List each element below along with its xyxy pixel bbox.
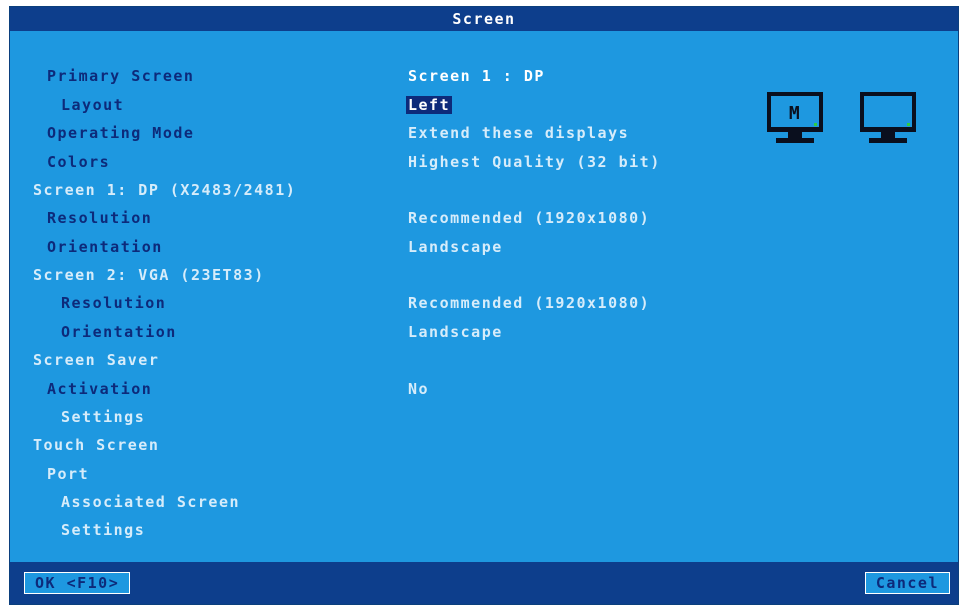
- monitor-primary-icon[interactable]: M: [766, 91, 824, 145]
- window-title: Screen: [10, 7, 958, 31]
- screen-1-orientation-value[interactable]: Landscape: [408, 237, 503, 257]
- primary-screen-value[interactable]: Screen 1 : DP: [408, 66, 545, 86]
- primary-monitor-letter: M: [789, 103, 801, 124]
- screen-2-orientation-label[interactable]: Orientation: [61, 322, 177, 342]
- layout-label[interactable]: Layout: [61, 95, 124, 115]
- cancel-button[interactable]: Cancel: [864, 572, 950, 594]
- touch-settings-item[interactable]: Settings: [61, 520, 145, 540]
- colors-value[interactable]: Highest Quality (32 bit): [408, 152, 661, 172]
- screen-1-resolution-value[interactable]: Recommended (1920x1080): [408, 208, 650, 228]
- touch-port-item[interactable]: Port: [47, 464, 89, 484]
- screen-settings-window: Screen Primary Screen Screen 1 : DP Layo…: [9, 6, 959, 605]
- colors-label[interactable]: Colors: [47, 152, 110, 172]
- activation-label[interactable]: Activation: [47, 379, 152, 399]
- screen-1-section-header: Screen 1: DP (X2483/2481): [33, 181, 297, 199]
- screen-1-resolution-label[interactable]: Resolution: [47, 208, 152, 228]
- bottom-bar: OK <F10> Cancel: [10, 562, 958, 604]
- activation-value[interactable]: No: [408, 379, 429, 399]
- ok-button[interactable]: OK <F10>: [24, 572, 131, 594]
- associated-screen-item[interactable]: Associated Screen: [61, 492, 240, 512]
- monitor-secondary-icon[interactable]: [859, 91, 917, 145]
- layout-selected-value[interactable]: Left: [406, 96, 453, 114]
- layout-value[interactable]: Left: [406, 95, 453, 115]
- screen-2-resolution-value[interactable]: Recommended (1920x1080): [408, 293, 650, 313]
- screen-2-section-header: Screen 2: VGA (23ET83): [33, 266, 265, 284]
- touch-screen-section-header: Touch Screen: [33, 436, 160, 454]
- screen-saver-settings-item[interactable]: Settings: [61, 407, 145, 427]
- primary-screen-label[interactable]: Primary Screen: [47, 66, 194, 86]
- operating-mode-label[interactable]: Operating Mode: [47, 123, 194, 143]
- screen-2-orientation-value[interactable]: Landscape: [408, 322, 503, 342]
- screen-1-orientation-label[interactable]: Orientation: [47, 237, 163, 257]
- screen-saver-section-header: Screen Saver: [33, 351, 160, 369]
- operating-mode-value[interactable]: Extend these displays: [408, 123, 629, 143]
- screen-2-resolution-label[interactable]: Resolution: [61, 293, 166, 313]
